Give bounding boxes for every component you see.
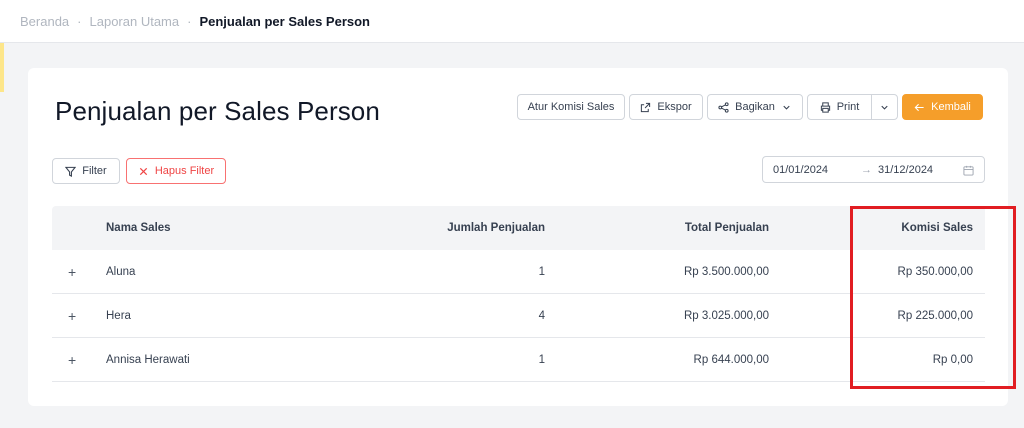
kembali-label: Kembali bbox=[931, 101, 971, 113]
atur-komisi-sales-label: Atur Komisi Sales bbox=[527, 101, 615, 113]
ekspor-button[interactable]: Ekspor bbox=[629, 94, 703, 120]
breadcrumb-separator: · bbox=[77, 13, 82, 29]
date-range-picker[interactable]: 01/01/2024 → 31/12/2024 bbox=[762, 156, 985, 183]
date-end-input[interactable]: 31/12/2024 bbox=[878, 164, 933, 176]
close-icon bbox=[139, 167, 147, 175]
jumlah-penjualan-value: 4 bbox=[538, 309, 545, 322]
column-header-nama-sales: Nama Sales bbox=[106, 222, 171, 234]
sales-name: Hera bbox=[106, 309, 131, 322]
table-row: + Annisa Herawati 1 Rp 644.000,00 Rp 0,0… bbox=[52, 338, 985, 382]
report-card: Penjualan per Sales Person Atur Komisi S… bbox=[28, 68, 1008, 406]
komisi-sales-value: Rp 350.000,00 bbox=[897, 265, 973, 278]
date-arrow: → bbox=[861, 164, 872, 176]
ekspor-label: Ekspor bbox=[657, 101, 692, 113]
page-title: Penjualan per Sales Person bbox=[55, 96, 380, 126]
export-icon bbox=[641, 102, 651, 112]
breadcrumb-separator: · bbox=[187, 13, 192, 29]
table-header: Nama Sales Jumlah Penjualan Total Penjua… bbox=[52, 206, 985, 250]
breadcrumb-laporan-utama[interactable]: Laporan Utama bbox=[90, 14, 180, 29]
print-button[interactable]: Print bbox=[807, 94, 872, 120]
hapus-filter-label: Hapus Filter bbox=[154, 165, 215, 177]
filter-icon bbox=[65, 166, 77, 177]
sales-table: Nama Sales Jumlah Penjualan Total Penjua… bbox=[52, 206, 985, 382]
date-start-input[interactable]: 01/01/2024 bbox=[773, 164, 828, 176]
chevron-down-icon bbox=[783, 105, 790, 110]
filter-label: Filter bbox=[82, 165, 107, 177]
breadcrumb-current: Penjualan per Sales Person bbox=[199, 13, 370, 29]
table-row: + Aluna 1 Rp 3.500.000,00 Rp 350.000,00 bbox=[52, 250, 985, 294]
expand-row-button[interactable]: + bbox=[68, 264, 76, 280]
jumlah-penjualan-value: 1 bbox=[538, 353, 545, 366]
komisi-sales-value: Rp 225.000,00 bbox=[897, 309, 973, 322]
calendar-icon bbox=[963, 165, 974, 176]
print-label: Print bbox=[836, 101, 860, 113]
sales-name: Aluna bbox=[106, 265, 136, 278]
breadcrumb-beranda[interactable]: Beranda bbox=[20, 14, 69, 29]
chevron-down-icon bbox=[881, 105, 888, 110]
total-penjualan-value: Rp 644.000,00 bbox=[693, 353, 769, 366]
expand-row-button[interactable]: + bbox=[68, 352, 76, 368]
share-icon bbox=[718, 101, 729, 113]
bagikan-button[interactable]: Bagikan bbox=[707, 94, 803, 120]
filter-button[interactable]: Filter bbox=[52, 158, 120, 184]
table-row: + Hera 4 Rp 3.025.000,00 Rp 225.000,00 bbox=[52, 294, 985, 338]
breadcrumb: Beranda · Laporan Utama · Penjualan per … bbox=[0, 0, 1024, 43]
print-options-dropdown[interactable] bbox=[871, 94, 898, 120]
total-penjualan-value: Rp 3.500.000,00 bbox=[683, 265, 769, 278]
kembali-button[interactable]: Kembali bbox=[902, 94, 983, 120]
bagikan-label: Bagikan bbox=[735, 101, 775, 113]
hapus-filter-button[interactable]: Hapus Filter bbox=[126, 158, 226, 184]
total-penjualan-value: Rp 3.025.000,00 bbox=[683, 309, 769, 322]
printer-icon bbox=[820, 101, 830, 113]
jumlah-penjualan-value: 1 bbox=[538, 265, 545, 278]
sales-name: Annisa Herawati bbox=[106, 353, 190, 366]
atur-komisi-sales-button[interactable]: Atur Komisi Sales bbox=[517, 94, 625, 120]
expand-row-button[interactable]: + bbox=[68, 308, 76, 324]
column-header-komisi-sales: Komisi Sales bbox=[901, 222, 973, 234]
arrow-left-icon bbox=[914, 103, 924, 111]
column-header-total-penjualan: Total Penjualan bbox=[684, 222, 769, 234]
komisi-sales-value: Rp 0,00 bbox=[932, 353, 973, 366]
left-accent-bar bbox=[0, 42, 4, 92]
column-header-jumlah-penjualan: Jumlah Penjualan bbox=[447, 222, 545, 234]
